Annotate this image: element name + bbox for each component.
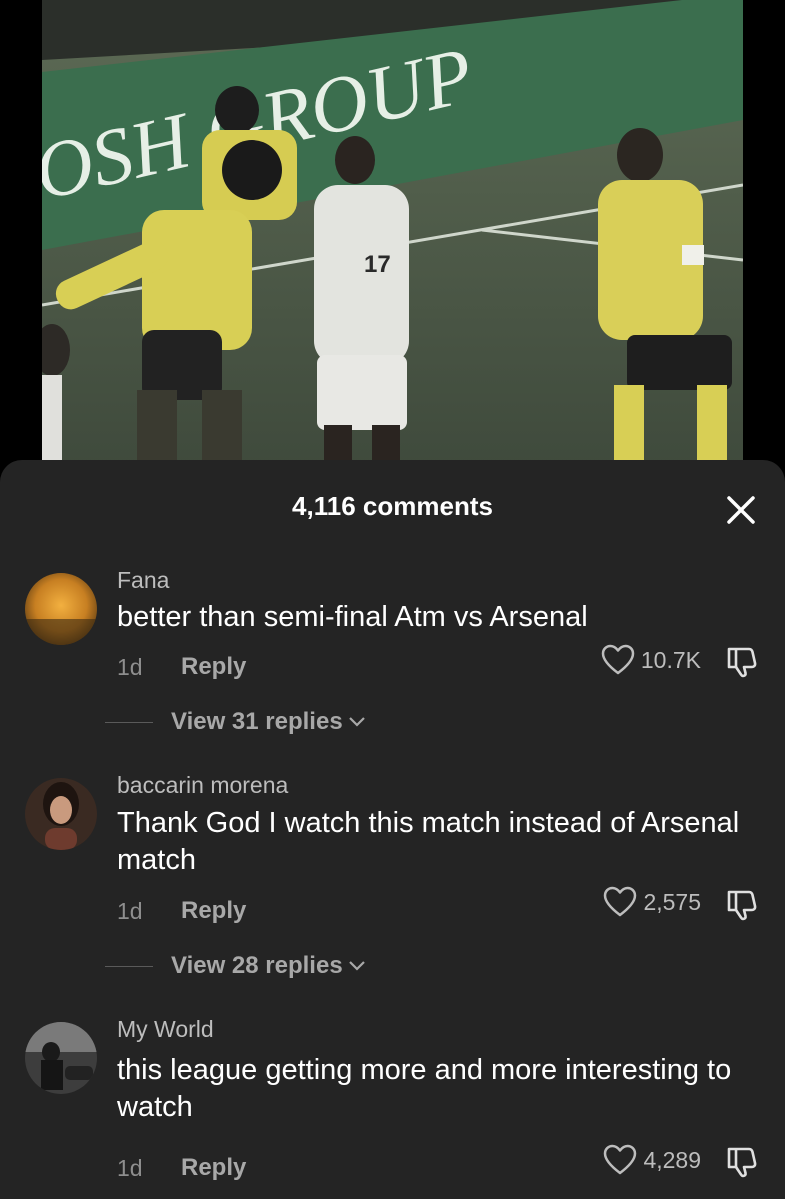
avatar[interactable] xyxy=(25,778,97,850)
video-player[interactable]: OSH GROUP 17 xyxy=(0,0,785,470)
video-thumbnail: OSH GROUP 17 xyxy=(42,0,743,470)
chevron-down-icon xyxy=(348,717,365,727)
reply-button[interactable]: Reply xyxy=(181,897,246,925)
view-replies-button[interactable]: View 28 replies xyxy=(105,952,366,980)
like-count: 4,289 xyxy=(643,1146,701,1173)
comments-sheet: 4,116 comments Fana better than semi-fin… xyxy=(0,460,785,1199)
avatar[interactable] xyxy=(25,1022,97,1094)
dislike-button[interactable] xyxy=(723,643,761,681)
username[interactable]: baccarin morena xyxy=(117,772,288,799)
comment-text: this league getting more and more intere… xyxy=(117,1054,732,1123)
avatar[interactable] xyxy=(25,573,97,645)
comment-time: 1d xyxy=(117,898,143,924)
username[interactable]: Fana xyxy=(117,567,169,594)
jersey-number: 17 xyxy=(364,251,391,278)
video-frame: OSH GROUP 17 xyxy=(42,0,743,470)
heart-icon xyxy=(604,886,637,917)
divider-line xyxy=(105,965,153,967)
thumbs-down-icon xyxy=(727,1147,757,1178)
like-button[interactable]: 2,575 xyxy=(603,886,701,918)
comment-text: Thank God I watch this match instead of … xyxy=(117,807,740,876)
comment-count: 4,116 comments xyxy=(292,491,493,521)
like-count: 10.7K xyxy=(640,646,701,673)
like-count: 2,575 xyxy=(643,888,701,915)
sheet-header: 4,116 comments xyxy=(0,460,785,552)
dislike-button[interactable] xyxy=(723,886,761,924)
chevron-down-icon xyxy=(348,961,365,971)
thumbs-down-icon xyxy=(727,647,757,678)
dislike-button[interactable] xyxy=(723,1143,761,1181)
heart-icon xyxy=(601,644,635,675)
view-replies-label: View 31 replies xyxy=(171,708,343,735)
view-replies-label: View 28 replies xyxy=(171,952,343,979)
like-button[interactable]: 4,289 xyxy=(603,1144,701,1176)
comment-time: 1d xyxy=(117,1155,143,1181)
heart-icon xyxy=(604,1144,637,1175)
comment-time: 1d xyxy=(117,654,143,680)
thumbs-down-icon xyxy=(727,890,757,921)
reply-button[interactable]: Reply xyxy=(181,1154,246,1182)
comment-text: better than semi-final Atm vs Arsenal xyxy=(117,601,588,633)
reply-button[interactable]: Reply xyxy=(181,653,246,681)
view-replies-button[interactable]: View 31 replies xyxy=(105,708,366,736)
username[interactable]: My World xyxy=(117,1016,214,1043)
close-button[interactable] xyxy=(723,492,759,528)
divider-line xyxy=(105,721,153,723)
close-icon xyxy=(727,496,755,524)
like-button[interactable]: 10.7K xyxy=(601,644,701,676)
